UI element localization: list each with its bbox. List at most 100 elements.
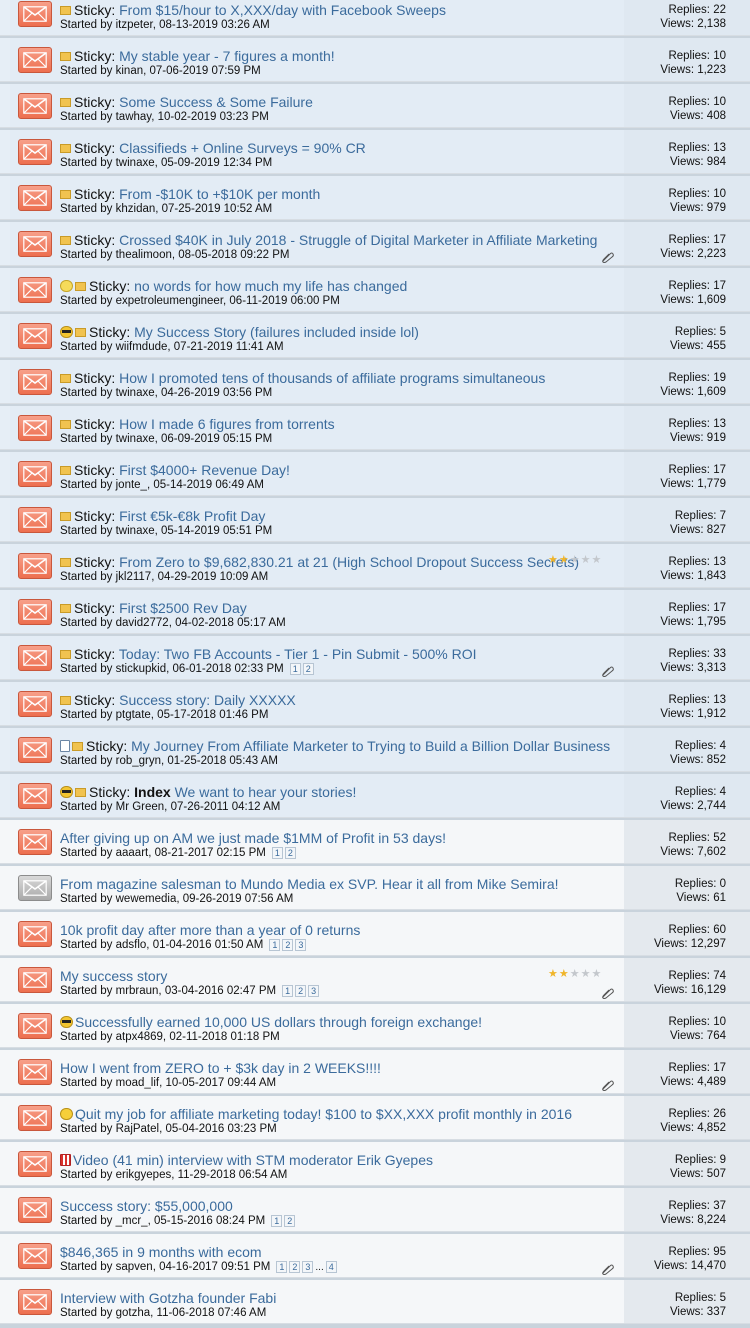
page-link[interactable]: 3 xyxy=(295,939,307,951)
envelope-icon[interactable] xyxy=(18,691,52,717)
page-link[interactable]: 1 xyxy=(289,663,301,675)
thread-title-link[interactable]: We want to hear your stories! xyxy=(175,784,357,800)
thread-title-link[interactable]: 10k profit day after more than a year of… xyxy=(60,922,360,938)
envelope-icon[interactable] xyxy=(18,737,52,763)
thread-title-link[interactable]: First €5k-€8k Profit Day xyxy=(119,508,265,524)
thread-title-link[interactable]: From -$10K to +$10K per month xyxy=(119,186,320,202)
thread-title-link[interactable]: Quit my job for affiliate marketing toda… xyxy=(75,1106,572,1122)
thread-row: Interview with Gotzha founder Fabi Starte… xyxy=(0,1280,750,1324)
envelope-icon[interactable] xyxy=(18,323,52,349)
envelope-icon[interactable] xyxy=(18,277,52,303)
thread-title-link[interactable]: Crossed $40K in July 2018 - Struggle of … xyxy=(119,232,597,248)
page-link[interactable]: 3 xyxy=(302,1261,314,1273)
envelope-icon[interactable] xyxy=(18,461,52,487)
thread-stats: Replies: 52 Views: 7,602 xyxy=(624,820,750,863)
thread-title-link[interactable]: From Zero to $9,682,830.21 at 21 (High S… xyxy=(119,554,579,570)
envelope-icon[interactable] xyxy=(18,93,52,119)
thread-stats: Replies: 13 Views: 919 xyxy=(624,406,750,449)
envelope-icon[interactable] xyxy=(18,599,52,625)
thread-title-link[interactable]: First $2500 Rev Day xyxy=(119,600,247,616)
thread-stats: Replies: 60 Views: 12,297 xyxy=(624,912,750,955)
thread-title-link[interactable]: From $15/hour to X,XXX/day with Facebook… xyxy=(119,2,446,18)
thread-title-link[interactable]: Classifieds + Online Surveys = 90% CR xyxy=(119,140,366,156)
envelope-icon[interactable] xyxy=(18,1,52,27)
sticky-label: Sticky: xyxy=(74,140,116,156)
folder-icon xyxy=(60,190,71,199)
envelope-icon[interactable] xyxy=(18,139,52,165)
thread-title-link[interactable]: Today: Two FB Accounts - Tier 1 - Pin Su… xyxy=(119,646,477,662)
thread-title-link[interactable]: Interview with Gotzha founder Fabi xyxy=(60,1290,276,1306)
thread-title-link[interactable]: no words for how much my life has change… xyxy=(134,278,407,294)
cool-icon xyxy=(60,1016,73,1028)
page-link[interactable]: 1 xyxy=(276,1261,288,1273)
reply-count: Replies: 33 xyxy=(668,648,726,660)
envelope-icon[interactable] xyxy=(18,967,52,993)
thread-row: How I went from ZERO to + $3k day in 2 W… xyxy=(0,1050,750,1094)
thread-meta: Started by twinaxe, 04-26-2019 03:56 PM xyxy=(60,387,272,400)
page-link[interactable]: 2 xyxy=(282,939,294,951)
page-link[interactable]: 4 xyxy=(325,1261,337,1273)
envelope-icon[interactable] xyxy=(18,1059,52,1085)
sticky-label: Sticky: xyxy=(74,94,116,110)
page-link[interactable]: 2 xyxy=(284,1215,296,1227)
envelope-icon[interactable] xyxy=(18,185,52,211)
thread-title-line: Sticky: First $2500 Rev Day xyxy=(60,600,247,616)
thread-title-link[interactable]: Success story: $55,000,000 xyxy=(60,1198,233,1214)
envelope-icon[interactable] xyxy=(18,1243,52,1269)
envelope-icon[interactable] xyxy=(18,921,52,947)
envelope-icon[interactable] xyxy=(18,507,52,533)
thread-meta: Started by wewemedia, 09-26-2019 07:56 A… xyxy=(60,893,293,906)
reply-count: Replies: 10 xyxy=(668,50,726,62)
thread-title-link[interactable]: My Journey From Affiliate Marketer to Tr… xyxy=(131,738,610,754)
envelope-icon[interactable] xyxy=(18,1105,52,1131)
thread-title-link[interactable]: My stable year - 7 figures a month! xyxy=(119,48,335,64)
view-count: Views: 1,609 xyxy=(660,294,726,306)
envelope-icon[interactable] xyxy=(18,645,52,671)
thread-stats: Replies: 26 Views: 4,852 xyxy=(624,1096,750,1139)
envelope-icon[interactable] xyxy=(18,783,52,809)
thread-title-link[interactable]: Success story: Daily XXXXX xyxy=(119,692,296,708)
view-count: Views: 1,609 xyxy=(660,386,726,398)
envelope-icon[interactable] xyxy=(18,553,52,579)
envelope-icon[interactable] xyxy=(18,829,52,855)
page-link[interactable]: 1 xyxy=(271,847,283,859)
thread-title-link[interactable]: How I made 6 figures from torrents xyxy=(119,416,335,432)
page-link[interactable]: 2 xyxy=(302,663,314,675)
page-link[interactable]: 1 xyxy=(282,985,294,997)
envelope-icon[interactable] xyxy=(18,415,52,441)
thread-title-link[interactable]: After giving up on AM we just made $1MM … xyxy=(60,830,446,846)
thread-title-link[interactable]: My Success Story (failures included insi… xyxy=(134,324,419,340)
page-link[interactable]: 2 xyxy=(289,1261,301,1273)
envelope-icon[interactable] xyxy=(18,231,52,257)
thread-stats: Replies: 22 Views: 2,138 xyxy=(624,0,750,35)
thread-row: Sticky: From $15/hour to X,XXX/day with … xyxy=(0,0,750,36)
page-link[interactable]: 1 xyxy=(271,1215,283,1227)
envelope-icon[interactable] xyxy=(18,1151,52,1177)
view-count: Views: 979 xyxy=(669,202,726,214)
thread-title-link[interactable]: Video (41 min) interview with STM modera… xyxy=(73,1152,433,1168)
view-count: Views: 1,912 xyxy=(660,708,726,720)
thread-title-link[interactable]: Successfully earned 10,000 US dollars th… xyxy=(75,1014,482,1030)
thread-title-link[interactable]: From magazine salesman to Mundo Media ex… xyxy=(60,876,559,892)
thread-row: Sticky: no words for how much my life ha… xyxy=(0,268,750,312)
thread-title-line: Sticky: My Journey From Affiliate Market… xyxy=(60,738,610,754)
star-icon: ★ xyxy=(558,554,570,566)
thread-title-link[interactable]: $846,365 in 9 months with ecom xyxy=(60,1244,262,1260)
envelope-icon[interactable] xyxy=(18,1197,52,1223)
thread-title-link[interactable]: Some Success & Some Failure xyxy=(119,94,313,110)
thread-meta: Started by stickupkid, 06-01-2018 02:33 … xyxy=(60,663,316,676)
envelope-icon[interactable] xyxy=(18,369,52,395)
envelope-icon[interactable] xyxy=(18,875,52,901)
page-link[interactable]: 1 xyxy=(269,939,281,951)
thread-title-link[interactable]: How I promoted tens of thousands of affi… xyxy=(119,370,545,386)
thread-title-link[interactable]: My success story xyxy=(60,968,167,984)
thread-title-link[interactable]: How I went from ZERO to + $3k day in 2 W… xyxy=(60,1060,381,1076)
envelope-icon[interactable] xyxy=(18,1013,52,1039)
view-count: Views: 14,470 xyxy=(653,1260,726,1272)
page-link[interactable]: 2 xyxy=(295,985,307,997)
page-link[interactable]: 3 xyxy=(308,985,320,997)
envelope-icon[interactable] xyxy=(18,1289,52,1315)
thread-title-link[interactable]: First $4000+ Revenue Day! xyxy=(119,462,290,478)
envelope-icon[interactable] xyxy=(18,47,52,73)
page-link[interactable]: 2 xyxy=(284,847,296,859)
